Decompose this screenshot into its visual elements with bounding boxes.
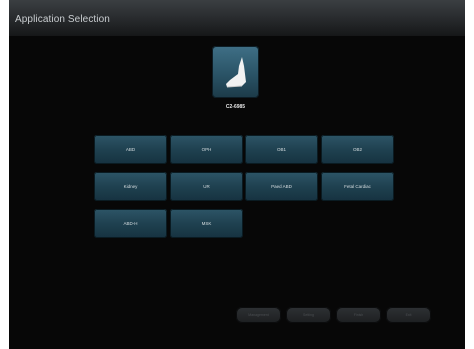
finish-button[interactable]: Finish (336, 307, 381, 323)
app-button-abd-h[interactable]: ABD-H (94, 209, 167, 238)
title-bar: Application Selection (9, 0, 465, 36)
ultrasound-probe-icon (226, 57, 246, 88)
setting-button[interactable]: Setting (286, 307, 331, 323)
probe-name: C2-6985 (225, 104, 246, 110)
app-button-msk[interactable]: MSK (170, 209, 243, 238)
probe-button[interactable] (212, 46, 259, 98)
exit-button[interactable]: Exit (386, 307, 431, 323)
app-button-ur[interactable]: UR (170, 172, 243, 201)
app-button-abd[interactable]: ABD (94, 135, 167, 164)
app-selection-screen: Application Selection C2-6985 ABD OPH OB… (9, 0, 465, 349)
management-button[interactable]: Management (236, 307, 281, 323)
app-button-fetal-cardiac[interactable]: Fetal Cardiac (321, 172, 394, 201)
app-button-ob1[interactable]: OB1 (245, 135, 318, 164)
window-title: Application Selection (15, 14, 110, 25)
app-button-ob2[interactable]: OB2 (321, 135, 394, 164)
app-button-kidney[interactable]: Kidney (94, 172, 167, 201)
app-button-paed-abd[interactable]: Paed ABD (245, 172, 318, 201)
app-button-oph[interactable]: OPH (170, 135, 243, 164)
